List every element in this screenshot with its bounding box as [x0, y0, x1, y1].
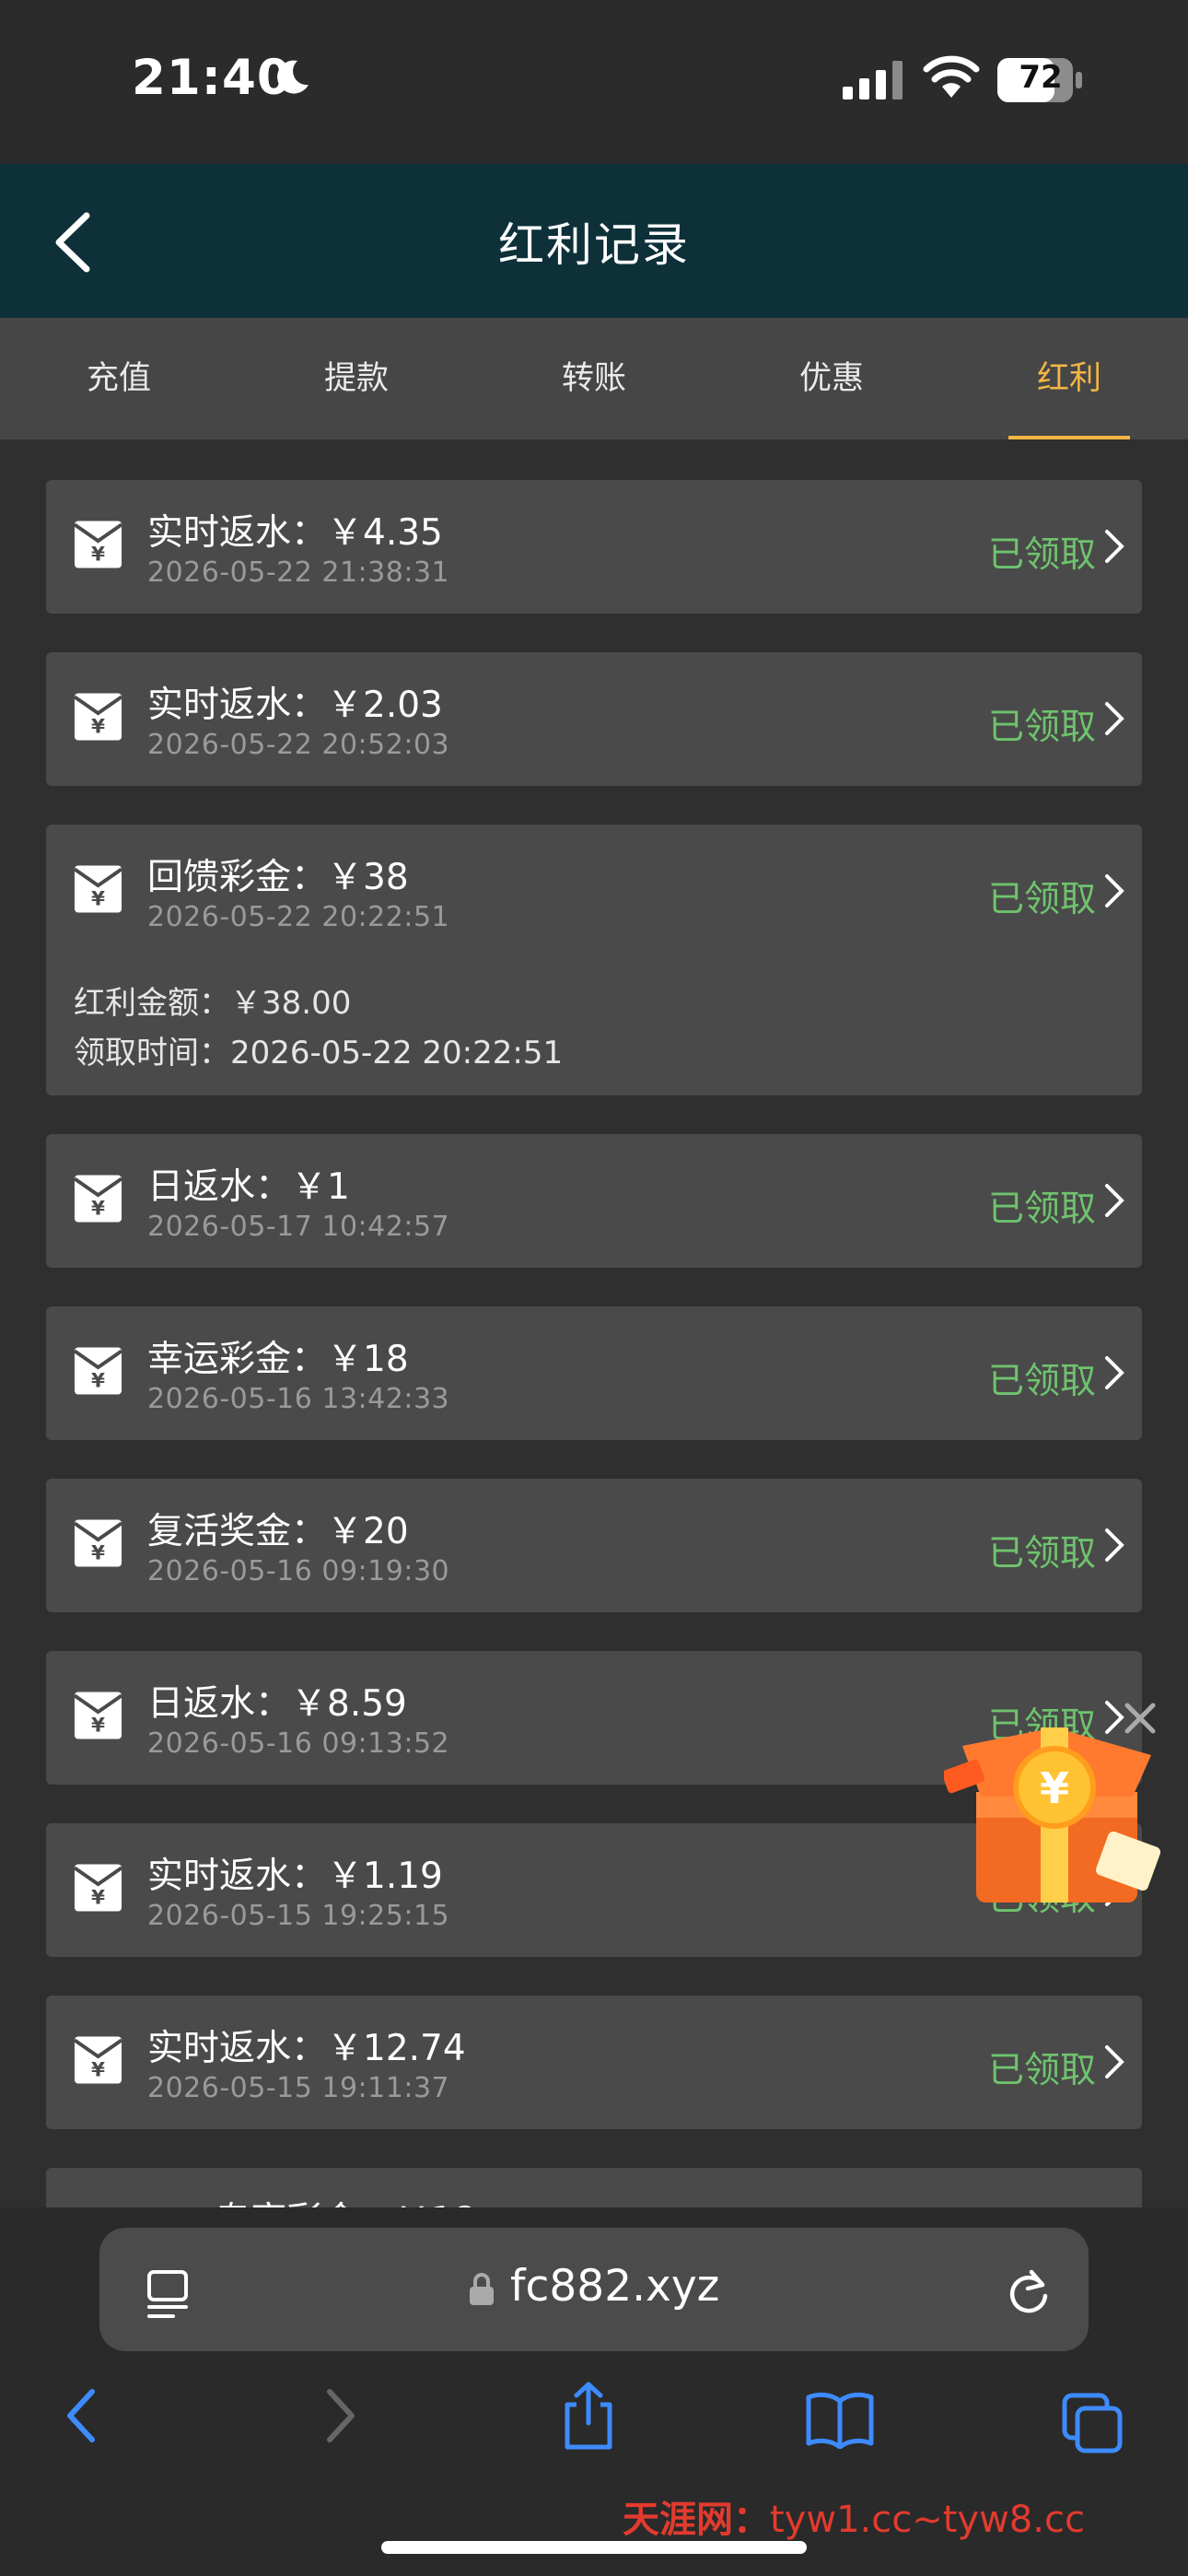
red-envelope-icon: ¥	[73, 2036, 123, 2084]
svg-text:¥: ¥	[91, 1542, 105, 1565]
svg-text:¥: ¥	[91, 544, 105, 567]
red-envelope-icon: ¥	[73, 521, 123, 568]
svg-text:¥: ¥	[91, 1715, 105, 1738]
list-item[interactable]: ¥ 实时返水：￥4.35 2026-05-22 21:38:31 已领取	[46, 480, 1142, 614]
record-date: 2026-05-15 19:25:15	[147, 1900, 450, 1932]
cellular-signal-icon	[843, 61, 903, 100]
svg-text:¥: ¥	[91, 888, 105, 911]
record-title: 实时返水：￥4.35	[147, 512, 443, 554]
red-envelope-icon: ¥	[73, 1692, 123, 1739]
browser-forward-icon[interactable]	[322, 2386, 359, 2445]
record-title: 幸运彩金：￥18	[147, 1339, 409, 1380]
claim-status: 已领取	[987, 1533, 1096, 1575]
status-time: 21:40	[132, 50, 292, 106]
list-item-expanded[interactable]: ¥ 回馈彩金：￥38 2026-05-22 20:22:51 已领取 红利金额：…	[46, 825, 1142, 1095]
watermark-site: 天涯网：	[623, 2499, 770, 2541]
record-date: 2026-05-16 13:42:33	[147, 1383, 450, 1415]
reader-mode-icon[interactable]	[146, 2268, 190, 2318]
reload-icon[interactable]	[1006, 2266, 1052, 2314]
record-title: 回馈彩金：￥38	[147, 857, 409, 898]
watermark-domains: tyw1.cc~tyw8.cc	[770, 2499, 1085, 2541]
tabs-icon[interactable]	[1061, 2392, 1125, 2454]
bonus-amount-detail: 红利金额：￥38.00	[74, 985, 352, 1022]
watermark: 天涯网：tyw1.cc~tyw8.cc	[623, 2489, 1085, 2543]
record-date: 2026-05-17 10:42:57	[147, 1211, 450, 1243]
red-envelope-icon: ¥	[73, 1519, 123, 1567]
svg-text:¥: ¥	[91, 716, 105, 739]
record-tabs: 充值 提款 转账 优惠 红利	[0, 318, 1188, 439]
browser-back-icon[interactable]	[63, 2386, 99, 2445]
claim-status: 已领取	[987, 1188, 1096, 1230]
record-title: 实时返水：￥12.74	[147, 2028, 466, 2069]
red-envelope-icon: ¥	[73, 1347, 123, 1395]
record-date: 2026-05-15 19:11:37	[147, 2072, 450, 2104]
share-icon[interactable]	[560, 2381, 617, 2451]
chevron-right-icon	[1105, 2045, 1124, 2078]
moon-icon	[277, 60, 309, 94]
claim-time-detail: 领取时间：2026-05-22 20:22:51	[74, 1035, 564, 1071]
tab-promotion[interactable]: 优惠	[713, 318, 950, 439]
chevron-right-icon	[1105, 1184, 1124, 1217]
claim-status: 已领取	[987, 2050, 1096, 2091]
svg-text:¥: ¥	[91, 1370, 105, 1393]
record-title: 日返水：￥8.59	[147, 1683, 407, 1725]
app-header: 红利记录	[0, 164, 1188, 318]
status-bar: 21:40 72	[0, 0, 1188, 164]
page-title: 红利记录	[498, 218, 690, 272]
chevron-right-icon	[1105, 874, 1124, 907]
record-title: 日返水：￥1	[147, 1166, 350, 1208]
bonus-record-list: ¥ 实时返水：￥4.35 2026-05-22 21:38:31 已领取 ¥ 实…	[46, 480, 1142, 2340]
list-item[interactable]: ¥ 日返水：￥1 2026-05-17 10:42:57 已领取	[46, 1134, 1142, 1268]
record-title: 复活奖金：￥20	[147, 1511, 409, 1552]
home-indicator	[381, 2541, 807, 2554]
close-icon[interactable]	[1122, 1700, 1159, 1737]
svg-text:¥: ¥	[1040, 1763, 1069, 1813]
address-bar[interactable]: fc882.xyz	[99, 2228, 1089, 2351]
red-envelope-icon: ¥	[73, 865, 123, 913]
claim-status: 已领取	[987, 879, 1096, 920]
claim-status: 已领取	[987, 534, 1096, 576]
lock-icon	[470, 2273, 494, 2305]
record-date: 2026-05-16 09:13:52	[147, 1727, 450, 1760]
record-title: 实时返水：￥2.03	[147, 685, 443, 726]
tab-transfer[interactable]: 转账	[475, 318, 713, 439]
svg-text:¥: ¥	[91, 2059, 105, 2082]
record-date: 2026-05-22 20:22:51	[147, 901, 450, 933]
list-item[interactable]: ¥ 实时返水：￥2.03 2026-05-22 20:52:03 已领取	[46, 652, 1142, 786]
tab-withdraw[interactable]: 提款	[238, 318, 475, 439]
chevron-right-icon	[1105, 1528, 1124, 1562]
battery-level: 72	[1019, 59, 1063, 96]
red-envelope-icon: ¥	[73, 1175, 123, 1223]
record-title: 实时返水：￥1.19	[147, 1856, 443, 1897]
svg-text:¥: ¥	[91, 1198, 105, 1221]
record-date: 2026-05-22 21:38:31	[147, 556, 450, 589]
claim-status: 已领取	[987, 1361, 1096, 1402]
record-date: 2026-05-16 09:19:30	[147, 1555, 450, 1587]
tab-bonus[interactable]: 红利	[950, 318, 1188, 439]
tab-recharge[interactable]: 充值	[0, 318, 238, 439]
list-item[interactable]: ¥ 幸运彩金：￥18 2026-05-16 13:42:33 已领取	[46, 1306, 1142, 1440]
claim-status: 已领取	[987, 707, 1096, 748]
record-date: 2026-05-22 20:52:03	[147, 729, 450, 761]
chevron-right-icon	[1105, 1356, 1124, 1389]
list-item[interactable]: ¥ 实时返水：￥12.74 2026-05-15 19:11:37 已领取	[46, 1996, 1142, 2129]
red-envelope-icon: ¥	[73, 693, 123, 741]
list-item[interactable]: ¥ 复活奖金：￥20 2026-05-16 09:19:30 已领取	[46, 1479, 1142, 1612]
svg-text:¥: ¥	[91, 1887, 105, 1910]
wifi-icon	[923, 55, 980, 98]
url-text: fc882.xyz	[510, 2261, 720, 2312]
bookmarks-icon[interactable]	[805, 2390, 875, 2449]
chevron-right-icon	[1105, 530, 1124, 563]
red-envelope-icon: ¥	[73, 1864, 123, 1912]
chevron-right-icon	[1105, 702, 1124, 735]
